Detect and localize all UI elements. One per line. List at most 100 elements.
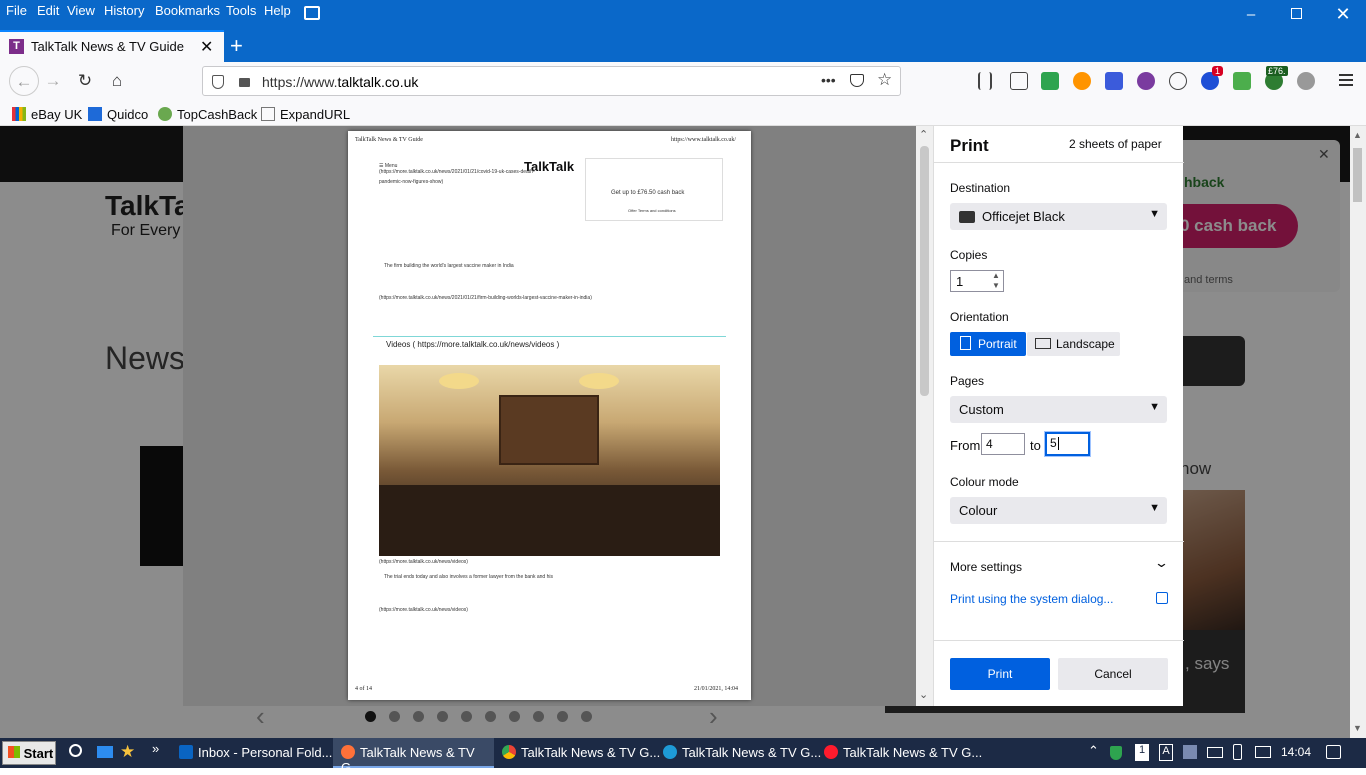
preview-page-dot[interactable] [485, 711, 496, 722]
shield-icon[interactable] [212, 75, 224, 89]
url-text[interactable]: https://www.talktalk.co.uk [262, 74, 418, 90]
extension-pie-icon[interactable] [1297, 72, 1315, 90]
extension-green-icon[interactable] [1041, 72, 1059, 90]
menu-file[interactable]: File [6, 3, 27, 18]
extension-orange-icon[interactable] [1073, 72, 1091, 90]
portrait-button[interactable]: Portrait [950, 332, 1026, 356]
preview-scroll-thumb[interactable] [920, 146, 929, 396]
home-icon[interactable]: ⌂ [106, 71, 128, 91]
new-tab-icon[interactable]: + [230, 33, 243, 59]
restore-icon[interactable] [1291, 8, 1302, 19]
preview-scroll-up-icon[interactable]: ⌃ [919, 128, 928, 141]
to-page-input[interactable]: 5 [1045, 432, 1090, 456]
search-icon[interactable] [69, 744, 82, 757]
bookmark-ebay[interactable]: eBay UK [12, 107, 82, 122]
overflow-chevron-icon[interactable]: » [152, 741, 159, 756]
destination-select[interactable]: Officejet Black ▼ [950, 203, 1167, 230]
from-page-input[interactable]: 4 [981, 433, 1025, 455]
copies-up-icon[interactable]: ▲ [992, 271, 1000, 280]
cancel-button[interactable]: Cancel [1058, 658, 1168, 690]
preview-page-dot[interactable] [437, 711, 448, 722]
bookmark-expandurl[interactable]: ExpandURL [261, 107, 350, 122]
page-scrollbar[interactable]: ▲ ▼ [1350, 126, 1366, 738]
tray-a-icon[interactable]: A [1159, 744, 1173, 761]
extension-box-icon[interactable] [1233, 72, 1251, 90]
page-actions-icon[interactable]: ••• [821, 72, 836, 88]
minimize-icon[interactable]: – [1241, 6, 1261, 23]
menu-edit[interactable]: Edit [37, 3, 59, 18]
tray-battery-icon[interactable] [1233, 744, 1242, 760]
preview-page-dot[interactable] [389, 711, 400, 722]
back-icon[interactable]: ← [9, 66, 39, 96]
tray-display-icon[interactable] [1207, 747, 1223, 758]
more-settings-toggle[interactable]: More settings [950, 560, 1022, 574]
tray-1-icon[interactable]: 1 [1135, 744, 1149, 761]
preview-page-dot[interactable] [581, 711, 592, 722]
task-outlook[interactable]: Inbox - Personal Fold... [179, 738, 332, 768]
bookmark-star-icon[interactable]: ☆ [877, 70, 892, 90]
tray-network-icon[interactable] [1183, 745, 1197, 759]
menu-help[interactable]: Help [264, 3, 291, 18]
preview-page-dot[interactable] [557, 711, 568, 722]
external-link-icon[interactable] [1156, 592, 1168, 604]
preview-scrollbar[interactable]: ⌃ ⌄ [916, 126, 933, 706]
action-center-icon[interactable] [1326, 745, 1341, 759]
preview-page-dot[interactable] [413, 711, 424, 722]
sheet-link-1a: (https://more.talktalk.co.uk/news/2021/0… [379, 169, 535, 175]
scroll-thumb[interactable] [1353, 148, 1362, 202]
scroll-up-icon[interactable]: ▲ [1353, 130, 1362, 140]
close-window-icon[interactable]: ✕ [1333, 4, 1353, 25]
extension-palette-icon[interactable] [1137, 72, 1155, 90]
tab-talktalk[interactable]: T TalkTalk News & TV Guide ✕ [0, 30, 224, 62]
bookmark-quidco[interactable]: Quidco [88, 107, 148, 122]
colour-mode-select[interactable]: Colour ▼ [950, 497, 1167, 524]
landscape-button[interactable]: Landscape [1027, 332, 1120, 356]
preview-page-dot[interactable] [461, 711, 472, 722]
pages-select[interactable]: Custom ▼ [950, 396, 1167, 423]
cookie-icon[interactable] [1169, 72, 1187, 90]
bookmark-label: ExpandURL [280, 107, 351, 122]
preview-page-dot[interactable] [533, 711, 544, 722]
task-edge[interactable]: TalkTalk News & TV G... [663, 738, 821, 768]
start-button[interactable]: Start [2, 741, 56, 765]
save-icon[interactable] [1105, 72, 1123, 90]
preview-page-dot[interactable] [365, 711, 376, 722]
bookmark-topcashback[interactable]: TopCashBack [158, 107, 257, 122]
forward-icon[interactable]: → [42, 71, 64, 91]
address-bar[interactable]: https://www.talktalk.co.uk ••• ☆ [202, 66, 901, 96]
task-chrome[interactable]: TalkTalk News & TV G... [502, 738, 660, 768]
taskbar: Start ★ » Inbox - Personal Fold... TalkT… [0, 738, 1366, 775]
system-dialog-link[interactable]: Print using the system dialog... [950, 592, 1113, 606]
preview-page-dot[interactable] [509, 711, 520, 722]
print-button[interactable]: Print [950, 658, 1050, 690]
sidebar-icon[interactable] [1010, 72, 1028, 90]
menu-tools[interactable]: Tools [226, 3, 256, 18]
tray-chevron-icon[interactable]: ⌃ [1088, 743, 1099, 759]
copies-input[interactable]: 1 ▲ ▼ [950, 270, 1004, 292]
menu-bookmarks[interactable]: Bookmarks [155, 3, 220, 18]
previous-page-icon[interactable]: ‹ [256, 701, 265, 732]
desktop-icon[interactable] [97, 746, 113, 758]
clock[interactable]: 14:04 [1281, 745, 1311, 759]
chevron-down-icon[interactable]: ⌄ [1154, 555, 1169, 571]
scroll-down-icon[interactable]: ▼ [1353, 723, 1362, 733]
reload-icon[interactable]: ↻ [74, 71, 96, 91]
sheet-link-2: (https://more.talktalk.co.uk/news/2021/0… [379, 295, 592, 301]
task-opera[interactable]: TalkTalk News & TV G... [824, 738, 982, 768]
print-toolbar-icon[interactable] [304, 6, 320, 20]
copies-down-icon[interactable]: ▼ [992, 281, 1000, 290]
pocket-icon[interactable] [850, 74, 864, 87]
tab-close-icon[interactable]: ✕ [200, 37, 213, 57]
security-tray-icon[interactable] [1110, 746, 1122, 760]
task-firefox[interactable]: TalkTalk News & TV G... [333, 738, 494, 775]
library-icon[interactable] [978, 72, 992, 90]
preview-scroll-down-icon[interactable]: ⌄ [919, 688, 928, 701]
menu-view[interactable]: View [67, 3, 95, 18]
next-page-icon[interactable]: › [709, 701, 718, 732]
menu-history[interactable]: History [104, 3, 144, 18]
hamburger-menu-icon[interactable] [1339, 74, 1353, 86]
tray-wifi-icon[interactable] [1255, 746, 1271, 758]
lock-icon[interactable] [239, 78, 250, 87]
colour-mode-value: Colour [959, 503, 998, 518]
favorites-star-icon[interactable]: ★ [120, 742, 135, 762]
